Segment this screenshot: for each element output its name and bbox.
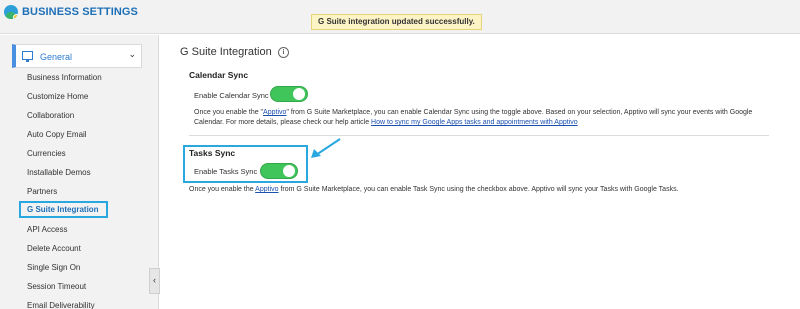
header-bar: BUSINESS SETTINGS G Suite integration up…: [0, 0, 800, 34]
page-title: BUSINESS SETTINGS: [22, 6, 138, 18]
tasks-sync-description: Once you enable the Apptivo from G Suite…: [189, 186, 679, 193]
sidebar-item-api-access[interactable]: API Access: [27, 225, 67, 234]
sidebar-item-customize-home[interactable]: Customize Home: [27, 92, 88, 101]
sidebar-item-collaboration[interactable]: Collaboration: [27, 111, 74, 120]
monitor-icon: [22, 51, 33, 62]
sidebar-collapse-handle[interactable]: ‹: [149, 268, 160, 294]
calendar-sync-title: Calendar Sync: [189, 70, 249, 80]
apptivo-link[interactable]: Apptivo: [255, 186, 278, 193]
sidebar-group-label: General: [40, 52, 73, 62]
settings-sidebar: General ⌄ Business Information Customize…: [0, 35, 160, 309]
calendar-sync-toggle-label: Enable Calendar Sync: [194, 91, 269, 100]
success-toast: G Suite integration updated successfully…: [311, 14, 482, 30]
apptivo-link[interactable]: Apptivo: [263, 109, 286, 116]
sidebar-item-currencies[interactable]: Currencies: [27, 149, 66, 158]
sidebar-item-delete-account[interactable]: Delete Account: [27, 244, 81, 253]
sidebar-item-installable-demos[interactable]: Installable Demos: [27, 168, 91, 177]
tasks-sync-toggle[interactable]: [260, 163, 298, 179]
section-divider: [189, 135, 769, 136]
sidebar-item-session-timeout[interactable]: Session Timeout: [27, 282, 86, 291]
calendar-sync-description: Once you enable the "Apptivo" from G Sui…: [194, 109, 753, 126]
main-title: G Suite Integration: [180, 46, 272, 58]
sidebar-item-single-sign-on[interactable]: Single Sign On: [27, 263, 80, 272]
pointer-arrow-icon: [311, 138, 341, 158]
calendar-sync-toggle[interactable]: [270, 86, 308, 102]
sidebar-group-general[interactable]: General ⌄: [12, 44, 142, 68]
sidebar-item-business-information[interactable]: Business Information: [27, 73, 102, 82]
sidebar-item-auto-copy-email[interactable]: Auto Copy Email: [27, 130, 87, 139]
tasks-sync-title: Tasks Sync: [189, 148, 236, 158]
sidebar-item-g-suite-integration[interactable]: G Suite Integration: [19, 201, 108, 218]
sidebar-item-email-deliverability[interactable]: Email Deliverability: [27, 301, 95, 309]
sidebar-item-partners[interactable]: Partners: [27, 187, 57, 196]
info-icon[interactable]: i: [278, 47, 289, 58]
help-article-link[interactable]: How to sync my Google Apps tasks and app…: [371, 119, 578, 126]
chevron-down-icon[interactable]: ⌄: [128, 49, 136, 60]
app-logo-icon[interactable]: [4, 5, 18, 19]
tasks-sync-toggle-label: Enable Tasks Sync: [194, 167, 258, 176]
